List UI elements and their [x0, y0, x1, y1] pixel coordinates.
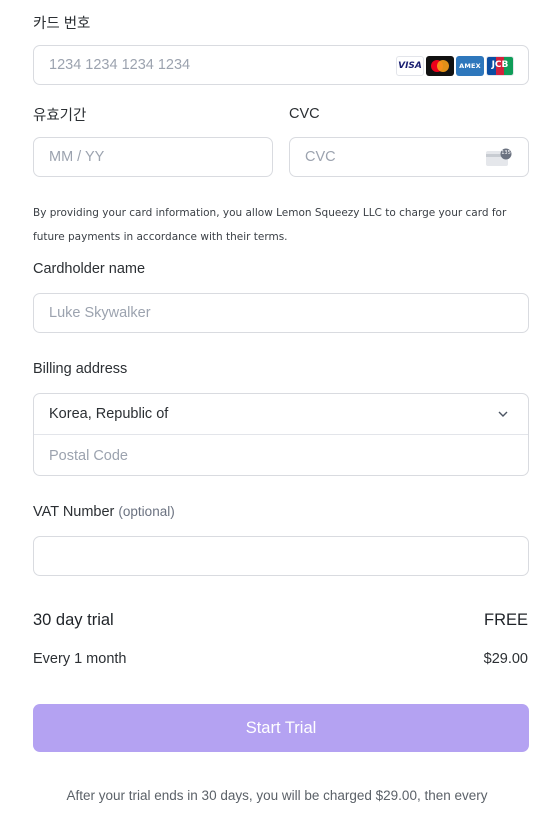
card-number-placeholder: 1234 1234 1234 1234: [49, 57, 191, 73]
jcb-icon: JCB: [486, 56, 514, 76]
cvc-card-icon: 135: [486, 148, 512, 166]
start-trial-button[interactable]: Start Trial: [33, 704, 529, 752]
chevron-down-icon: [498, 411, 508, 417]
billing-address-group: Korea, Republic of Postal Code: [33, 393, 529, 476]
billing-address-label: Billing address: [33, 361, 128, 377]
expiry-placeholder: MM / YY: [49, 149, 105, 165]
start-trial-label: Start Trial: [245, 718, 317, 737]
cvc-label: CVC: [289, 106, 320, 122]
vat-label: VAT Number (optional): [33, 504, 175, 520]
card-number-label: 카드 번호: [33, 16, 91, 32]
cvc-input[interactable]: CVC 135: [289, 137, 529, 177]
country-select[interactable]: Korea, Republic of: [34, 394, 528, 435]
expiry-label: 유효기간: [33, 108, 87, 124]
postal-code-placeholder: Postal Code: [49, 447, 128, 464]
cvc-placeholder: CVC: [305, 149, 336, 165]
mastercard-icon: [426, 56, 454, 76]
trial-price: FREE: [483, 611, 528, 629]
cardholder-label: Cardholder name: [33, 261, 146, 277]
billing-period-label: Every 1 month: [33, 651, 127, 667]
mastercard-circles: [431, 60, 449, 72]
trial-footnote: After your trial ends in 30 days, you wi…: [66, 788, 488, 803]
vat-number-input[interactable]: [33, 536, 529, 576]
card-authorization-notice: By providing your card information, you …: [33, 207, 507, 243]
postal-code-input[interactable]: Postal Code: [34, 435, 528, 475]
cardholder-placeholder: Luke Skywalker: [49, 305, 151, 321]
cardholder-input[interactable]: Luke Skywalker: [33, 293, 529, 333]
cvc-icon-digits: 135: [501, 149, 511, 156]
expiry-input[interactable]: MM / YY: [33, 137, 273, 177]
vat-optional-hint: (optional): [118, 504, 175, 519]
billing-period-price: $29.00: [483, 651, 528, 667]
vat-label-text: VAT Number: [33, 504, 115, 520]
card-number-input[interactable]: 1234 1234 1234 1234 VISA AMEX JCB: [33, 45, 529, 85]
visa-icon: VISA: [396, 56, 424, 76]
country-value: Korea, Republic of: [49, 406, 169, 422]
trial-label: 30 day trial: [33, 611, 114, 629]
amex-icon: AMEX: [456, 56, 484, 76]
